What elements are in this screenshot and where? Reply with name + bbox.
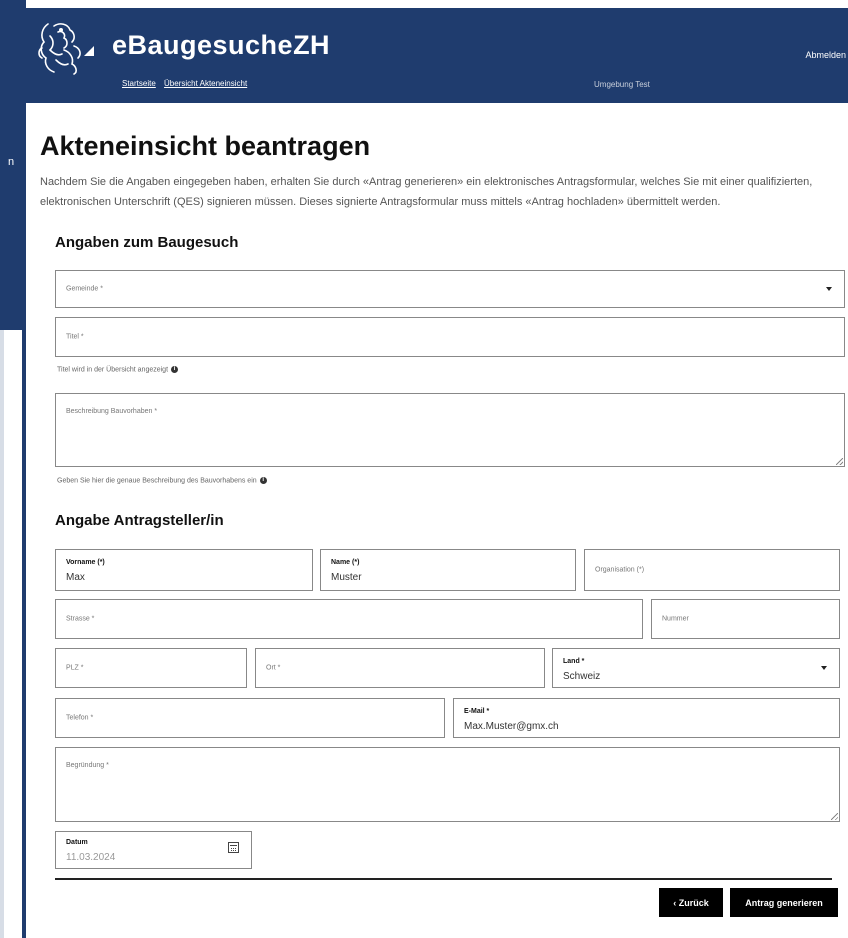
land-label: Land *	[563, 658, 585, 665]
info-icon[interactable]: i	[171, 366, 179, 373]
logo-corner-mark	[84, 46, 94, 56]
page-title: Akteneinsicht beantragen	[40, 131, 371, 161]
resize-handle-icon[interactable]	[831, 813, 838, 820]
name-label: Name (*)	[331, 559, 360, 566]
nav-link-startseite[interactable]: Startseite	[122, 79, 156, 88]
datum-label: Datum	[66, 839, 88, 846]
vorname-label: Vorname (*)	[66, 559, 105, 566]
land-value: Schweiz	[563, 671, 601, 682]
beschreibung-hint-text: Geben Sie hier die genaue Beschreibung d…	[57, 477, 257, 485]
nummer-label: Nummer	[662, 615, 689, 623]
nummer-input[interactable]: Nummer	[651, 599, 840, 639]
titel-hint-text: Titel wird in der Übersicht angezeigt	[57, 366, 169, 374]
generate-request-button[interactable]: Antrag generieren	[730, 888, 838, 917]
logout-link[interactable]: Abmelden	[805, 50, 846, 60]
info-icon[interactable]: i	[259, 477, 267, 484]
app-title: eBaugesucheZH	[112, 30, 331, 60]
beschreibung-textarea[interactable]: Beschreibung Bauvorhaben *	[55, 393, 845, 467]
plz-label: PLZ *	[66, 664, 84, 672]
begruendung-label: Begründung *	[66, 762, 109, 769]
email-value: Max.Muster@gmx.ch	[464, 721, 559, 732]
name-value: Muster	[331, 572, 362, 583]
titel-hint: Titel wird in der Übersicht angezeigt i	[57, 366, 179, 374]
land-select[interactable]: Land * Schweiz	[552, 648, 840, 688]
strasse-input[interactable]: Strasse *	[55, 599, 643, 639]
email-input[interactable]: E-Mail * Max.Muster@gmx.ch	[453, 698, 840, 738]
email-label: E-Mail *	[464, 708, 490, 715]
background-window-text: n	[8, 156, 15, 168]
gemeinde-select[interactable]: Gemeinde *	[55, 270, 845, 308]
organisation-label: Organisation (*)	[595, 566, 645, 574]
section-title-baugesuch: Angaben zum Baugesuch	[55, 234, 239, 251]
background-window-strip	[0, 330, 4, 938]
begruendung-textarea[interactable]: Begründung *	[55, 747, 840, 822]
left-rail	[22, 8, 26, 938]
intro-text: Nachdem Sie die Angaben eingegeben haben…	[40, 176, 813, 208]
beschreibung-label: Beschreibung Bauvorhaben *	[66, 408, 158, 415]
app-header: eBaugesucheZH Startseite Übersicht Akten…	[26, 8, 848, 103]
plz-input[interactable]: PLZ *	[55, 648, 247, 688]
calendar-icon[interactable]	[228, 842, 239, 853]
vorname-input[interactable]: Vorname (*) Max	[55, 549, 313, 591]
strasse-label: Strasse *	[66, 615, 95, 623]
section-title-antragsteller: Angabe Antragsteller/in	[55, 512, 224, 529]
form-divider	[55, 878, 832, 880]
titel-input[interactable]: Titel *	[55, 317, 845, 357]
chevron-down-icon	[821, 666, 827, 670]
header-nav: Startseite Übersicht Akteneinsicht	[122, 79, 253, 88]
environment-label: Umgebung Test	[594, 80, 650, 89]
telefon-label: Telefon *	[66, 714, 94, 722]
zurich-lion-logo-icon	[38, 23, 81, 75]
nav-link-uebersicht-akteneinsicht[interactable]: Übersicht Akteneinsicht	[164, 79, 247, 88]
chevron-down-icon	[826, 287, 832, 291]
telefon-input[interactable]: Telefon *	[55, 698, 445, 738]
gemeinde-label: Gemeinde *	[66, 285, 103, 293]
ort-label: Ort *	[266, 664, 281, 672]
datum-input[interactable]: Datum 11.03.2024	[55, 831, 252, 869]
organisation-input[interactable]: Organisation (*)	[584, 549, 840, 591]
ort-input[interactable]: Ort *	[255, 648, 545, 688]
name-input[interactable]: Name (*) Muster	[320, 549, 576, 591]
vorname-value: Max	[66, 572, 85, 583]
beschreibung-hint: Geben Sie hier die genaue Beschreibung d…	[57, 477, 267, 484]
datum-value: 11.03.2024	[66, 852, 116, 863]
back-button[interactable]: ‹ Zurück	[659, 888, 723, 917]
resize-handle-icon[interactable]	[836, 458, 843, 465]
titel-label: Titel *	[66, 333, 84, 341]
